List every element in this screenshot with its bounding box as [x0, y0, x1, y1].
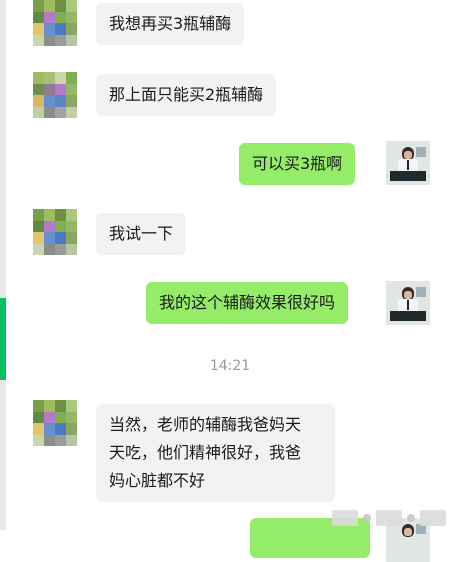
message-text: 可以买3瓶啊: [252, 154, 343, 173]
message-text-line: 天吃，他们精神很好，我爸: [109, 443, 302, 462]
contact-avatar[interactable]: [33, 72, 77, 118]
message-text: 那上面只能买2瓶辅酶: [109, 85, 264, 104]
self-avatar[interactable]: [386, 281, 430, 325]
timestamp: 14:21: [209, 358, 251, 374]
contact-avatar[interactable]: [33, 400, 77, 446]
message-text: 我的这个辅酶效果很好吗: [159, 293, 336, 312]
message-text: 我试一下: [109, 224, 174, 243]
message-text-line: 妈心脏都不好: [109, 471, 206, 490]
watermark: [332, 510, 446, 526]
message-bubble-outgoing[interactable]: 可以买3瓶啊: [239, 143, 356, 185]
contact-avatar[interactable]: [33, 209, 77, 255]
message-text-line: 当然，老师的辅酶我爸妈天: [109, 415, 302, 434]
message-bubble-incoming[interactable]: 当然，老师的辅酶我爸妈天 天吃，他们精神很好，我爸 妈心脏都不好: [96, 404, 335, 502]
message-bubble-outgoing[interactable]: 我的这个辅酶效果很好吗: [146, 282, 349, 324]
self-avatar[interactable]: [386, 141, 430, 185]
message-bubble-incoming[interactable]: 我试一下: [96, 213, 187, 255]
message-bubble-incoming[interactable]: 我想再买3瓶辅酶: [96, 3, 245, 45]
contact-avatar[interactable]: [33, 0, 77, 46]
message-bubble-incoming[interactable]: 那上面只能买2瓶辅酶: [96, 74, 277, 116]
sidebar-strip: [0, 0, 6, 530]
message-text: 我想再买3瓶辅酶: [109, 14, 232, 33]
